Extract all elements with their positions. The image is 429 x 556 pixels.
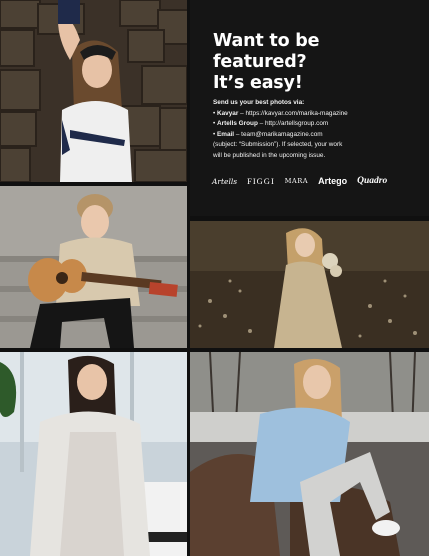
logo-artego: Artego bbox=[318, 176, 348, 186]
info-item-artells: • Artells Group – http://artellsgroup.co… bbox=[213, 120, 329, 127]
partner-logos: Artells FIGGI MARA Artego Quadro bbox=[212, 174, 422, 188]
info-note: will be published in the upcoming issue. bbox=[213, 151, 326, 159]
info-item-label: Artells Group bbox=[217, 120, 258, 127]
info-item-email: • Email – team@marikamagazine.com bbox=[213, 130, 323, 138]
info-item-text[interactable]: – http://artellsgroup.com bbox=[258, 120, 329, 127]
photo-boy-guitar bbox=[0, 186, 187, 348]
headline-line: It’s easy! bbox=[213, 73, 303, 93]
submission-panel: Want to be featured? It’s easy! Send us … bbox=[190, 0, 429, 216]
info-item-text[interactable]: – team@marikamagazine.com bbox=[234, 131, 323, 138]
logo-figgi: FIGGI bbox=[247, 176, 275, 186]
photo-girl-field bbox=[190, 221, 429, 348]
headline-line: featured? bbox=[213, 52, 307, 72]
headline: Want to be featured? It’s easy! bbox=[213, 31, 413, 94]
photo-girl-piano bbox=[0, 352, 187, 556]
info-item-text[interactable]: – https://kavyar.com/marika-magazine bbox=[238, 110, 348, 117]
headline-line: Want to be bbox=[213, 31, 320, 51]
submission-info: Send us your best photos via: • Kavyar –… bbox=[213, 98, 423, 161]
photo-girl-rocks bbox=[190, 352, 429, 556]
info-item-label: Kavyar bbox=[217, 109, 239, 117]
info-note: (subject: “Submission”). If selected, yo… bbox=[213, 141, 343, 148]
info-item-label: Email bbox=[217, 130, 235, 138]
photo-girl-bandana bbox=[0, 0, 187, 182]
logo-artells: Artells bbox=[212, 176, 238, 186]
logo-mara: MARA bbox=[284, 177, 309, 185]
logo-quadro: Quadro bbox=[357, 176, 388, 186]
info-lead: Send us your best photos via: bbox=[213, 99, 305, 106]
info-item-kavyar: • Kavyar – https://kavyar.com/marika-mag… bbox=[213, 109, 348, 117]
